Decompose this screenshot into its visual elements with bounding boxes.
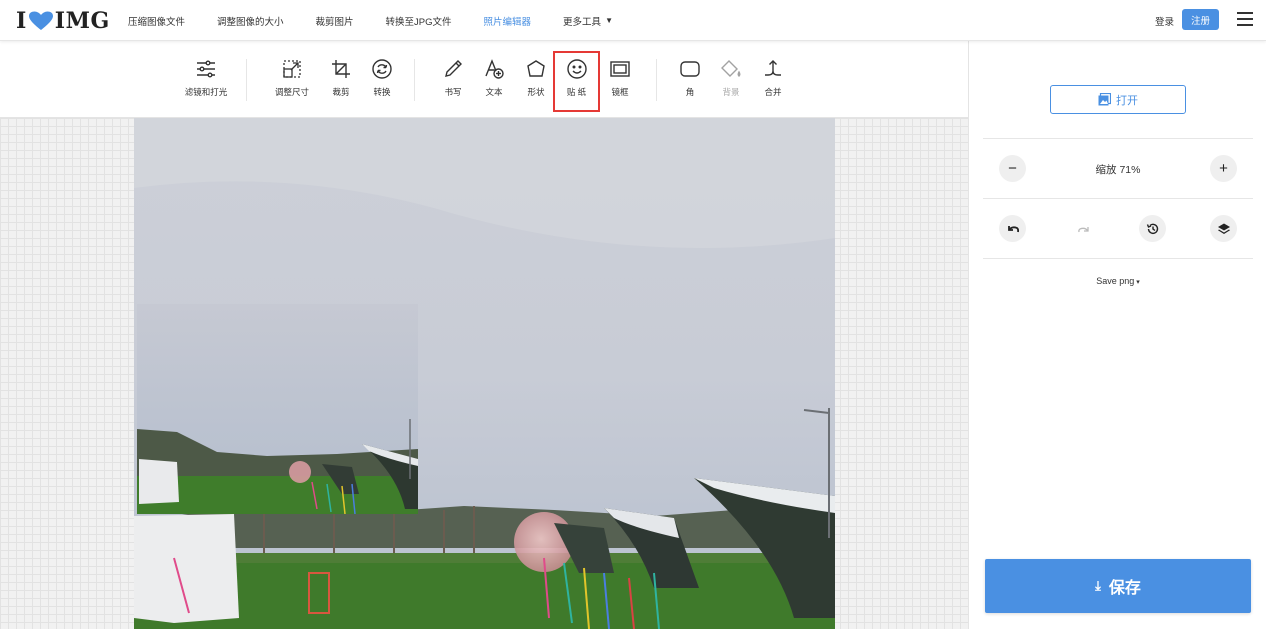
logo-text-i: I — [16, 8, 27, 34]
ilovepdf-logo[interactable]: I IMG — [16, 8, 110, 34]
smiley-icon — [566, 59, 587, 79]
sliders-icon — [197, 60, 215, 78]
tool-transform[interactable]: 转换 — [357, 58, 407, 98]
download-icon: ⤓ — [1095, 578, 1101, 593]
caret-down-icon: ▼ — [605, 16, 613, 25]
history-button[interactable] — [1139, 215, 1166, 242]
tool-merge[interactable]: 合并 — [748, 58, 798, 98]
sticker-image[interactable] — [137, 304, 418, 514]
nav-compress[interactable]: 压缩图像文件 — [128, 14, 185, 28]
tool-shape[interactable]: 形状 — [511, 58, 561, 98]
heart-icon — [28, 11, 53, 30]
paint-bucket-icon — [721, 60, 741, 77]
tool-filters[interactable]: 滤镜和打光 — [181, 58, 231, 98]
history-icon — [1146, 223, 1158, 234]
save-format-dropdown[interactable]: Save png ▾ — [969, 276, 1266, 286]
undo-icon — [1007, 225, 1019, 232]
nav-convert-jpg[interactable]: 转换至JPG文件 — [386, 14, 452, 28]
nav-more-tools[interactable]: 更多工具 ▼ — [563, 14, 613, 28]
crop-icon — [332, 60, 350, 78]
plus-icon: + — [1219, 160, 1228, 177]
editor-toolbar: 滤镜和打光 调整尺寸 裁剪 转换 书写 文本 形状 贴 纸 镜框 角 背景 合并 — [0, 41, 968, 118]
caret-down-icon: ▾ — [1134, 279, 1140, 286]
save-button[interactable]: ⤓ 保存 — [985, 559, 1251, 613]
pencil-icon — [445, 60, 462, 77]
tool-resize[interactable]: 调整尺寸 — [267, 58, 317, 98]
logo-text-img: IMG — [54, 8, 110, 34]
shape-icon — [527, 60, 545, 77]
redo-button[interactable] — [1070, 215, 1097, 242]
image-icon — [1098, 93, 1111, 106]
nav-resize[interactable]: 调整图像的大小 — [217, 14, 284, 28]
rotate-icon — [372, 59, 392, 79]
menu-icon[interactable] — [1237, 12, 1253, 26]
right-panel: 打开 − 缩放 71% + Save png ▾ ⤓ 保存 — [968, 41, 1266, 629]
canvas-area[interactable] — [0, 118, 968, 629]
top-header: I IMG 压缩图像文件 调整图像的大小 裁剪图片 转换至JPG文件 照片编辑器… — [0, 0, 1266, 41]
nav-crop[interactable]: 裁剪图片 — [316, 14, 354, 28]
undo-button[interactable] — [999, 215, 1026, 242]
layers-button[interactable] — [1210, 215, 1237, 242]
nav-photo-editor[interactable]: 照片编辑器 — [484, 14, 532, 28]
layers-icon — [1217, 223, 1230, 234]
zoom-in-button[interactable]: + — [1210, 155, 1237, 182]
frame-icon — [610, 61, 630, 77]
signup-button[interactable]: 注册 — [1182, 9, 1219, 30]
resize-icon — [283, 60, 301, 78]
login-link[interactable]: 登录 — [1155, 14, 1174, 28]
tool-frame[interactable]: 镜框 — [595, 58, 645, 98]
text-add-icon — [485, 59, 504, 79]
redo-icon — [1077, 226, 1089, 232]
main-nav: 压缩图像文件 调整图像的大小 裁剪图片 转换至JPG文件 照片编辑器 更多工具 ▼ — [128, 0, 645, 41]
merge-icon — [765, 60, 781, 76]
tool-sticker[interactable]: 贴 纸 — [553, 51, 600, 112]
rounded-corner-icon — [680, 61, 700, 77]
open-button[interactable]: 打开 — [1050, 85, 1186, 114]
